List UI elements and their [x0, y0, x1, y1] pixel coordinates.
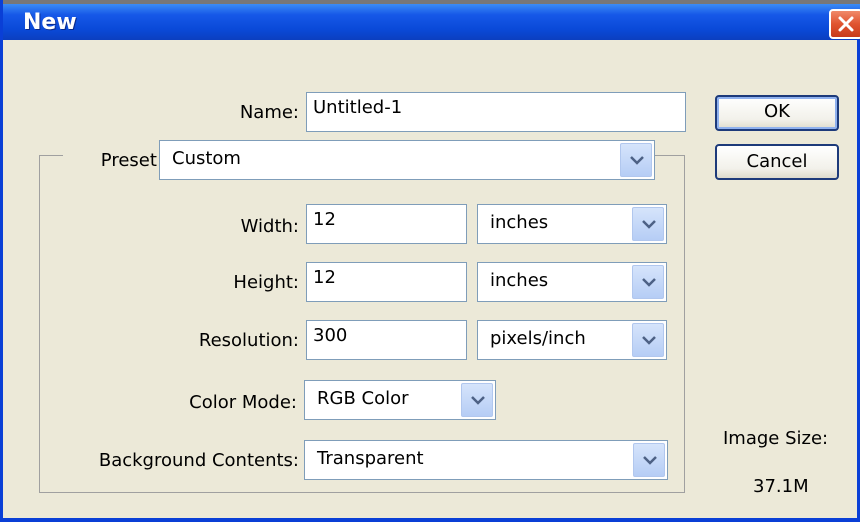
image-size-label: Image Size:: [723, 428, 829, 449]
cancel-button-label: Cancel: [746, 151, 808, 172]
dialog-title: New: [23, 10, 77, 35]
close-icon: [838, 16, 854, 32]
background-contents-label: Background Contents:: [98, 450, 299, 471]
chevron-down-icon: [471, 396, 485, 405]
height-input[interactable]: 12: [306, 262, 467, 302]
color-mode-label: Color Mode:: [189, 392, 297, 413]
new-document-dialog: New Name: Untitled-1 Preset: Custom Widt…: [0, 0, 860, 522]
preset-value: Custom: [172, 148, 241, 169]
chevron-down-icon: [643, 456, 657, 465]
ok-button-label: OK: [764, 101, 790, 122]
preset-dropdown-button[interactable]: [620, 143, 652, 177]
width-unit-select[interactable]: inches: [477, 204, 667, 244]
width-unit-value: inches: [490, 212, 549, 233]
image-size-value: 37.1M: [753, 476, 809, 497]
name-input[interactable]: Untitled-1: [306, 92, 686, 132]
resolution-unit-dropdown-button[interactable]: [632, 323, 664, 357]
chevron-down-icon: [642, 278, 656, 287]
close-button[interactable]: [829, 9, 860, 39]
name-value: Untitled-1: [313, 97, 403, 118]
height-unit-value: inches: [490, 270, 549, 291]
width-value: 12: [313, 209, 336, 230]
preset-label: Preset:: [63, 150, 163, 171]
resolution-unit-select[interactable]: pixels/inch: [477, 320, 667, 360]
color-mode-value: RGB Color: [317, 388, 409, 409]
width-input[interactable]: 12: [306, 204, 467, 244]
chevron-down-icon: [642, 220, 656, 229]
chevron-down-icon: [630, 156, 644, 165]
name-label: Name:: [239, 102, 299, 123]
cancel-button[interactable]: Cancel: [715, 144, 839, 180]
preset-select[interactable]: Custom: [159, 140, 655, 180]
height-value: 12: [313, 267, 336, 288]
height-unit-dropdown-button[interactable]: [632, 265, 664, 299]
resolution-unit-value: pixels/inch: [490, 328, 586, 349]
resolution-label: Resolution:: [198, 330, 299, 351]
background-contents-value: Transparent: [317, 448, 424, 469]
background-contents-select[interactable]: Transparent: [304, 440, 668, 480]
color-mode-dropdown-button[interactable]: [461, 383, 493, 417]
resolution-value: 300: [313, 325, 348, 346]
color-mode-select[interactable]: RGB Color: [304, 380, 496, 420]
chevron-down-icon: [642, 336, 656, 345]
height-unit-select[interactable]: inches: [477, 262, 667, 302]
width-label: Width:: [240, 216, 299, 237]
ok-button[interactable]: OK: [715, 95, 839, 131]
height-label: Height:: [233, 272, 299, 293]
resolution-input[interactable]: 300: [306, 320, 467, 360]
width-unit-dropdown-button[interactable]: [632, 207, 664, 241]
background-contents-dropdown-button[interactable]: [633, 443, 665, 477]
title-bar[interactable]: New: [3, 0, 860, 40]
